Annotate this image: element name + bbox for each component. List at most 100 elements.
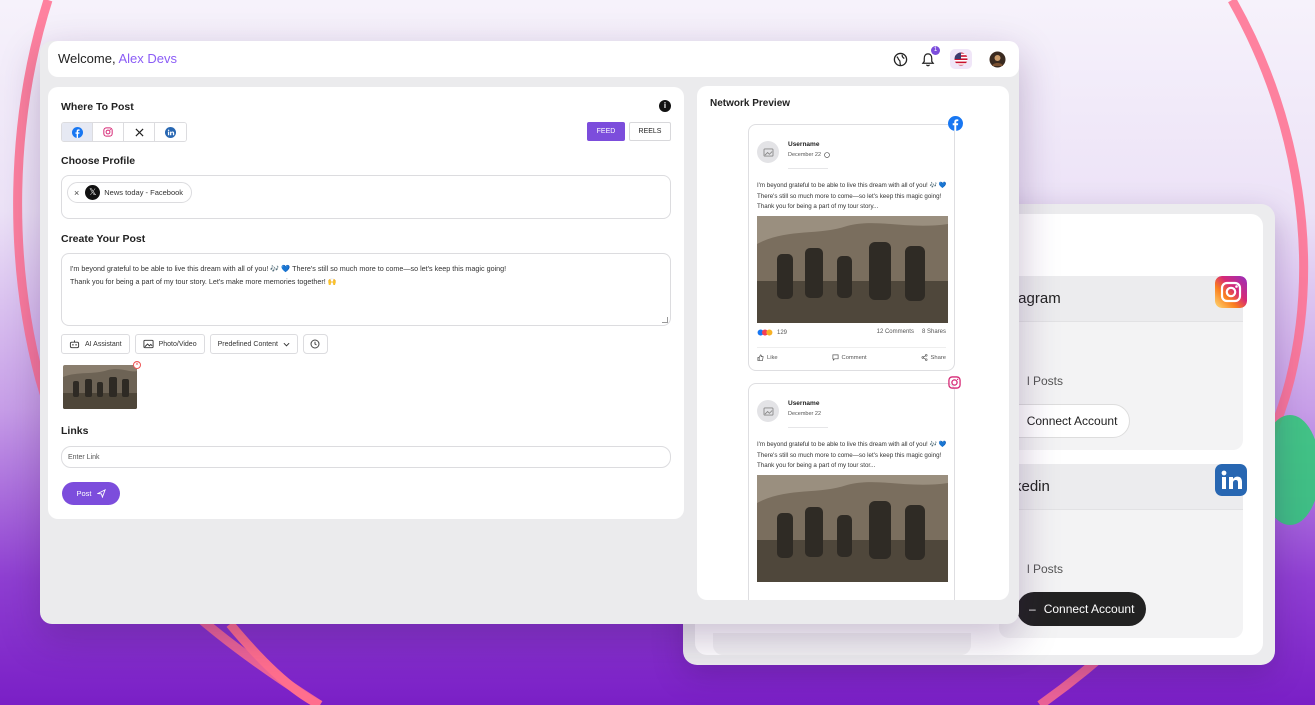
- chevron-down-icon: [283, 342, 290, 346]
- create-post-title: Create Your Post: [61, 233, 146, 245]
- image-icon: [143, 339, 154, 349]
- linkedin-icon: [165, 126, 176, 138]
- facebook-icon: [948, 116, 963, 131]
- share-count: 8 Shares: [921, 329, 946, 335]
- post-actions: Like Comment Share: [757, 354, 946, 361]
- preview-date-text: December 22: [788, 411, 822, 417]
- linkedin-connect-button[interactable]: – Connect Account: [1017, 592, 1147, 626]
- us-flag-icon[interactable]: [950, 49, 972, 69]
- comment-count: 12 Comments: [876, 329, 914, 335]
- link-input-placeholder: Enter Link: [68, 453, 100, 461]
- thumbs-up-icon: [757, 354, 764, 361]
- profile-selector[interactable]: × 𝕏 News today - Facebook: [61, 175, 671, 219]
- post-button-label: Post: [76, 489, 92, 498]
- image-placeholder-icon: [763, 406, 773, 416]
- reels-button[interactable]: REELS: [629, 122, 671, 141]
- post-textarea[interactable]: I'm beyond grateful to be able to live t…: [61, 253, 671, 326]
- clock-icon: [310, 339, 320, 349]
- divider: [788, 168, 828, 169]
- x-avatar-icon: 𝕏: [85, 185, 101, 200]
- globe-icon: [824, 152, 830, 158]
- welcome-text: Welcome, Alex Devs: [58, 51, 177, 66]
- avatar: [757, 141, 779, 163]
- feed-button[interactable]: FEED: [587, 122, 625, 141]
- linkedin-icon: [1215, 464, 1247, 496]
- reaction-count: 129: [777, 329, 788, 336]
- photo-video-label: Photo/Video: [158, 340, 197, 348]
- predefined-content-dropdown[interactable]: Predefined Content: [209, 334, 298, 354]
- avatar: [757, 400, 779, 422]
- preview-post-text: I'm beyond grateful to be able to live t…: [757, 441, 947, 469]
- post-button[interactable]: Post: [62, 482, 120, 505]
- share-icon: [921, 354, 928, 361]
- instagram-post-count: l Posts: [1027, 374, 1064, 388]
- network-tab-facebook[interactable]: [62, 123, 93, 141]
- preview-username: Username: [788, 141, 820, 148]
- info-icon[interactable]: i: [659, 100, 671, 112]
- link-input[interactable]: Enter Link: [61, 446, 671, 468]
- instagram-account-name: tagram: [1014, 290, 1061, 307]
- attached-media[interactable]: ×: [63, 361, 141, 409]
- like-label: Like: [767, 354, 778, 361]
- linkedin-account-name: kedin: [1014, 478, 1050, 495]
- reactions-icon: [757, 329, 773, 336]
- image-placeholder-icon: [763, 147, 773, 157]
- preview-date: December 22: [788, 152, 830, 158]
- composer-toolbar: AI Assistant Photo/Video Predefined Cont…: [61, 334, 328, 354]
- network-tab-linkedin[interactable]: [155, 123, 186, 141]
- like-action[interactable]: Like: [757, 354, 778, 361]
- preview-post-image: [757, 216, 948, 323]
- welcome-prefix: Welcome,: [58, 51, 116, 66]
- linkedin-post-count: l Posts: [1027, 562, 1064, 576]
- instagram-account-card: tagram l Posts – Connect Account: [999, 276, 1243, 450]
- divider: [757, 347, 946, 348]
- remove-media-icon[interactable]: ×: [133, 361, 141, 369]
- facebook-preview-card: Username December 22 I'm beyond grateful…: [748, 124, 955, 371]
- robot-icon: [69, 340, 80, 349]
- instagram-icon: [948, 376, 961, 389]
- ai-assistant-button[interactable]: AI Assistant: [61, 334, 130, 354]
- reaction-summary: 129: [757, 329, 787, 336]
- instagram-preview-card: Username December 22 I'm beyond grateful…: [748, 383, 955, 600]
- network-tabs: [61, 122, 187, 142]
- network-tab-instagram[interactable]: [93, 123, 124, 141]
- instagram-connect-label: Connect Account: [1026, 414, 1118, 428]
- predefined-content-label: Predefined Content: [217, 340, 278, 348]
- bell-icon[interactable]: 1: [918, 46, 940, 69]
- linkedin-connect-label: Connect Account: [1043, 602, 1135, 616]
- post-text-line-2: Thank you for being a part of my tour st…: [70, 277, 337, 286]
- photo-video-button[interactable]: Photo/Video: [134, 334, 205, 354]
- post-text-line-1: I'm beyond grateful to be able to live t…: [70, 264, 507, 273]
- comment-label: Comment: [841, 354, 867, 361]
- network-tab-x[interactable]: [124, 123, 155, 141]
- links-title: Links: [61, 425, 89, 437]
- where-to-post-title: Where To Post: [61, 101, 134, 113]
- network-preview-panel: Network Preview Username December 22 I'm…: [697, 86, 1009, 600]
- profile-chip-label: News today - Facebook: [104, 188, 184, 197]
- remove-profile-icon[interactable]: ×: [74, 188, 79, 198]
- notification-badge: 1: [931, 46, 940, 55]
- engagement-counts: 12 Comments 8 Shares: [877, 329, 946, 335]
- preview-username: Username: [788, 400, 820, 407]
- profile-chip: × 𝕏 News today - Facebook: [67, 182, 193, 203]
- comment-icon: [832, 354, 838, 361]
- send-icon: [96, 489, 106, 498]
- main-window: Welcome, Alex Devs 1 Where To Post i FEE…: [40, 41, 1019, 624]
- preview-post-text: I'm beyond grateful to be able to live t…: [757, 182, 947, 210]
- globe-icon[interactable]: [890, 49, 910, 69]
- user-avatar[interactable]: [987, 49, 1007, 69]
- instagram-icon: [103, 127, 113, 137]
- comment-action[interactable]: Comment: [832, 354, 867, 361]
- top-bar: Welcome, Alex Devs 1: [48, 41, 1019, 77]
- preview-date: December 22: [788, 411, 821, 417]
- ai-assistant-label: AI Assistant: [85, 340, 122, 348]
- network-preview-title: Network Preview: [710, 98, 791, 109]
- divider: [788, 427, 828, 428]
- instagram-icon: [1215, 276, 1247, 308]
- resize-handle[interactable]: [662, 317, 668, 323]
- welcome-user-name: Alex Devs: [118, 51, 177, 66]
- composer-panel: Where To Post i FEED REELS Choose Profil…: [48, 87, 684, 519]
- share-label: Share: [930, 354, 946, 361]
- schedule-button[interactable]: [302, 334, 328, 354]
- share-action[interactable]: Share: [921, 354, 946, 361]
